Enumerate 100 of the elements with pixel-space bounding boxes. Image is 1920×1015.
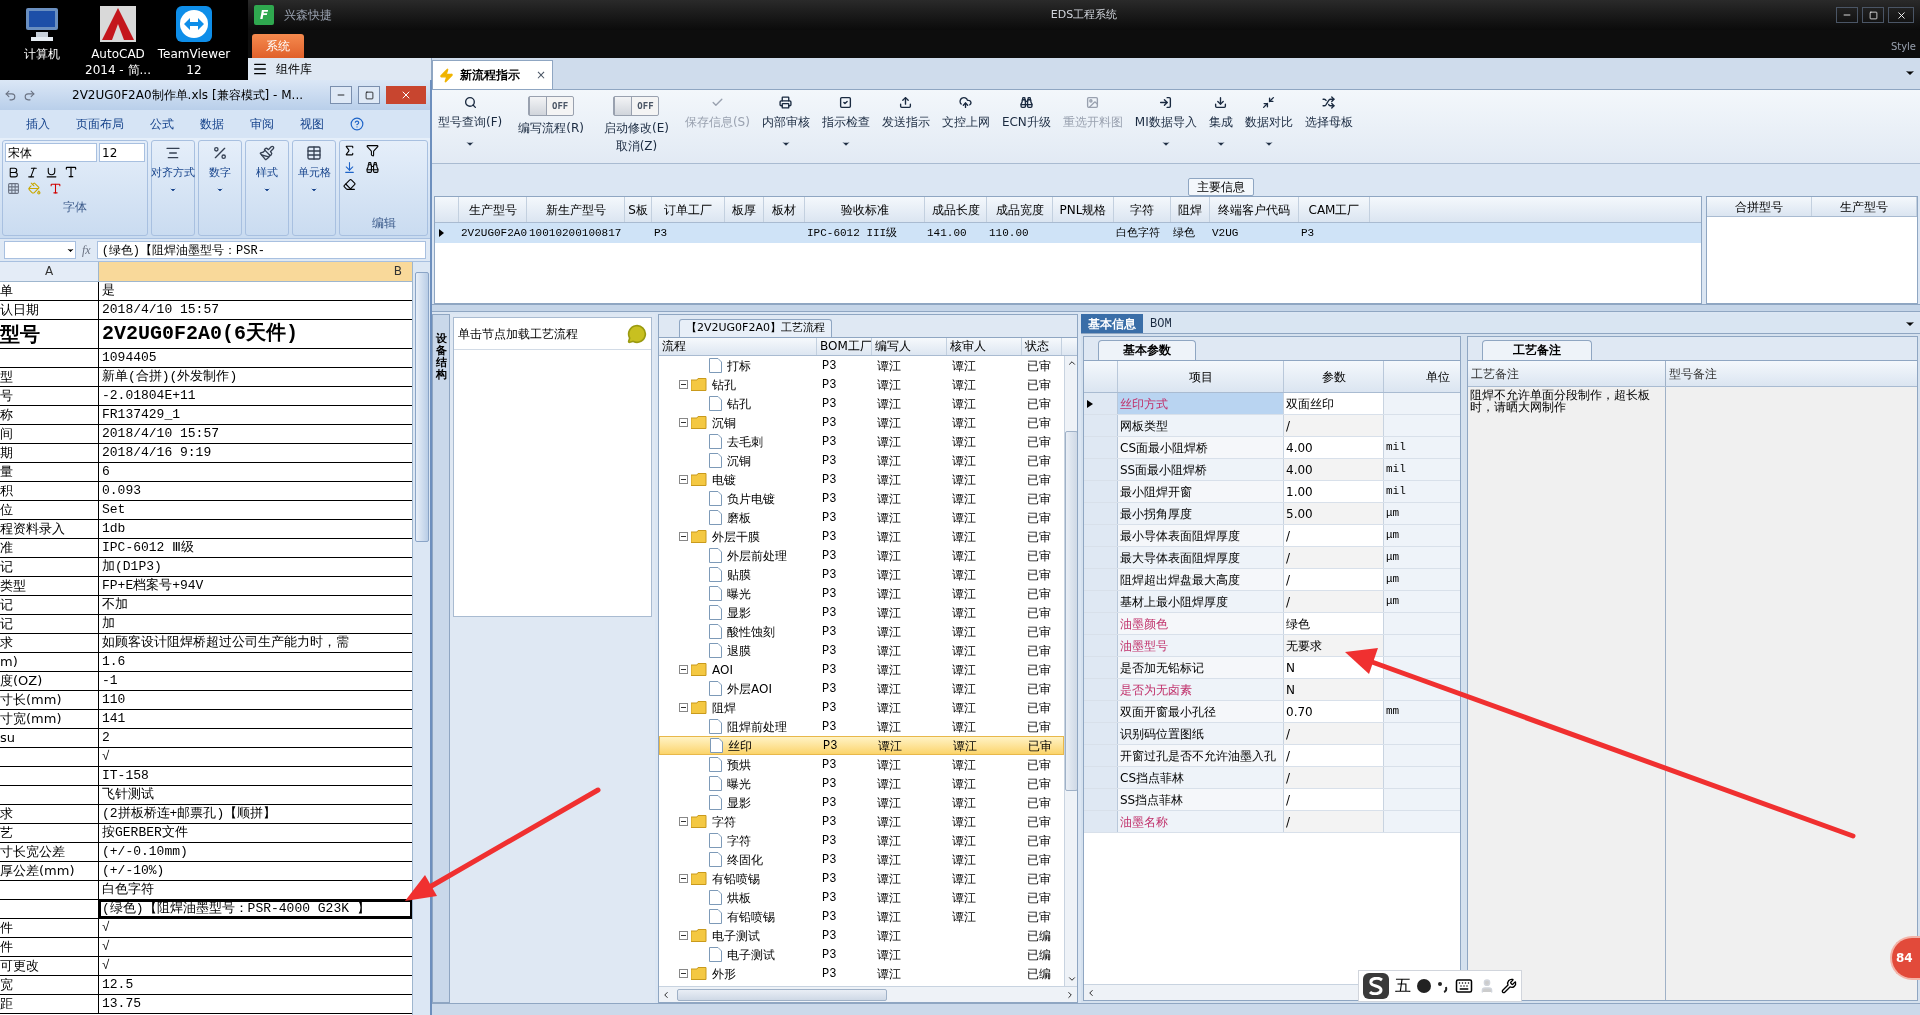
filter-icon[interactable]	[366, 144, 379, 157]
tree-node-label[interactable]: 外形	[712, 964, 736, 983]
collapse-icon[interactable]	[679, 380, 688, 389]
spreadsheet-cell[interactable]: (2拼板桥连+邮票孔)【顺拼】	[99, 805, 412, 823]
spreadsheet-cell[interactable]: IT-158	[99, 767, 412, 785]
spreadsheet-cell[interactable]: 飞针测试	[99, 786, 412, 804]
tree-row[interactable]: 酸性蚀刻 P3 谭江 谭江 已审	[659, 622, 1064, 641]
tree-row[interactable]: 去毛刺 P3 谭江 谭江 已审	[659, 432, 1064, 451]
vertical-scrollbar[interactable]	[1064, 356, 1077, 986]
tree-row[interactable]: 钻孔 P3 谭江 谭江 已审	[659, 394, 1064, 413]
spreadsheet-cell[interactable]: 如顾客设计阻焊桥超过公司生产能力时，需	[99, 634, 412, 652]
spreadsheet-cell[interactable]: 按GERBER文件	[99, 824, 412, 842]
tree-row[interactable]: 沉铜 P3 谭江 谭江 已审	[659, 413, 1064, 432]
triangle-logo-icon[interactable]	[98, 4, 138, 44]
scroll-right-icon[interactable]	[1065, 989, 1075, 1000]
tree-node-label[interactable]: 有铅喷锡	[727, 907, 775, 926]
tree-node-label[interactable]: 电子测试	[712, 926, 760, 945]
toolbar-button[interactable]: MI数据导入	[1128, 90, 1203, 160]
ribbon-tab[interactable]: 页面布局	[76, 115, 124, 133]
column-header[interactable]: 参数	[1284, 361, 1384, 392]
column-header[interactable]: S板	[625, 197, 652, 222]
tree-row[interactable]: 外层前处理 P3 谭江 谭江 已审	[659, 546, 1064, 565]
eraser-icon[interactable]	[343, 178, 356, 191]
tree-row[interactable]: 电子测试 P3 谭江 已编	[659, 926, 1064, 945]
tree-node-label[interactable]: 有铅喷锡	[712, 869, 760, 888]
font-color-icon[interactable]	[49, 182, 62, 195]
toolbar-button[interactable]: 选择母板	[1298, 90, 1359, 160]
tree-node-label[interactable]: 阻焊	[712, 698, 736, 717]
spreadsheet-cell[interactable]: (+/-10%)	[99, 862, 412, 880]
tree-node-label[interactable]: 打标	[727, 356, 751, 375]
tree-row[interactable]: 阻焊前处理 P3 谭江 谭江 已审	[659, 717, 1064, 736]
tree-node-label[interactable]: 字符	[727, 831, 751, 850]
input-mode-label[interactable]: 五	[1395, 974, 1411, 998]
tree-node-label[interactable]: 预烘	[727, 755, 751, 774]
spreadsheet-cell[interactable]: 是	[99, 282, 412, 300]
spreadsheet-cell[interactable]: -1	[99, 672, 412, 690]
ribbon-button[interactable]: 对齐方式	[151, 140, 195, 236]
spreadsheet-cell[interactable]: √	[99, 919, 412, 937]
tree-row[interactable]: 字符 P3 谭江 谭江 已审	[659, 812, 1064, 831]
tree-node-label[interactable]: 钻孔	[727, 394, 751, 413]
formula-field[interactable]: (绿色)【阻焊油墨型号：PSR-	[96, 241, 426, 259]
toolbar-button[interactable]: 发送指示	[875, 90, 936, 160]
toggle-switch[interactable]: OFF	[613, 96, 660, 116]
spreadsheet-cell[interactable]: 2018/4/16 9:19	[99, 444, 412, 462]
toolbar-button[interactable]: 内部审核	[755, 90, 816, 160]
help-icon[interactable]	[350, 117, 364, 131]
spreadsheet-cell[interactable]: 1db	[99, 520, 412, 538]
spreadsheet-cell[interactable]: 2018/4/10 15:57	[99, 301, 412, 319]
tree-row[interactable]: 曝光 P3 谭江 谭江 已审	[659, 774, 1064, 793]
spreadsheet-cell[interactable]: 13.75	[99, 995, 412, 1013]
spreadsheet-cell[interactable]: FP+E档案号+94V	[99, 577, 412, 595]
close-button[interactable]	[1888, 7, 1914, 23]
tree-row[interactable]: 沉铜 P3 谭江 谭江 已审	[659, 451, 1064, 470]
dot-icon[interactable]	[1417, 979, 1431, 993]
column-header[interactable]: 板材	[764, 197, 805, 222]
tree-row[interactable]: 有铅喷锡 P3 谭江 谭江 已审	[659, 907, 1064, 926]
scroll-left-icon[interactable]	[661, 989, 671, 1000]
column-header[interactable]: 成品宽度	[987, 197, 1053, 222]
fill-down-icon[interactable]	[343, 161, 356, 174]
spreadsheet-cell[interactable]: 加	[99, 615, 412, 633]
toolbar-button[interactable]: 指示检查	[815, 90, 876, 160]
column-header[interactable]: 状态	[1022, 338, 1062, 355]
toolbar-button[interactable]: 型号查询(F)	[432, 90, 509, 160]
minimize-button[interactable]	[1836, 7, 1858, 23]
column-header[interactable]: 工艺备注	[1468, 361, 1666, 386]
column-header[interactable]: 板厚	[725, 197, 764, 222]
font-size-icon[interactable]	[64, 165, 78, 179]
column-header[interactable]: 流程	[659, 338, 817, 355]
desktop-icon-label[interactable]: 计算机	[24, 46, 60, 62]
tab[interactable]: 基本参数	[1098, 340, 1196, 360]
spreadsheet-cell[interactable]: 不加	[99, 596, 412, 614]
scrollbar-thumb[interactable]	[1065, 431, 1077, 791]
ribbon-tab[interactable]: 公式	[150, 115, 174, 133]
tree-node-label[interactable]: 沉铜	[712, 413, 736, 432]
tree-row[interactable]: 贴膜 P3 谭江 谭江 已审	[659, 565, 1064, 584]
tree-row[interactable]: 外形 P3 谭江 已编	[659, 964, 1064, 983]
tree-node-label[interactable]: 曝光	[727, 584, 751, 603]
spreadsheet-cell[interactable]: 1094405	[99, 349, 412, 367]
column-header[interactable]: 项目	[1118, 361, 1284, 392]
document-tab[interactable]: 新流程指示 ×	[432, 60, 554, 89]
tree-node-label[interactable]: 显影	[727, 793, 751, 812]
tree-row[interactable]: 打标 P3 谭江 谭江 已审	[659, 356, 1064, 375]
column-header[interactable]: 合拼型号	[1707, 197, 1812, 216]
spreadsheet-cell[interactable]: 2	[99, 729, 412, 747]
spreadsheet-cell[interactable]: Set	[99, 501, 412, 519]
column-header[interactable]: 生产型号	[459, 197, 527, 222]
spreadsheet-cell[interactable]: 2018/4/10 15:57	[99, 425, 412, 443]
column-header[interactable]: 阻焊	[1171, 197, 1210, 222]
spreadsheet-cell[interactable]: √	[99, 748, 412, 766]
tree-node-label[interactable]: 外层前处理	[727, 546, 787, 565]
collapse-icon[interactable]	[679, 665, 688, 674]
keyboard-icon[interactable]	[1455, 977, 1473, 995]
tree-row[interactable]: 显影 P3 谭江 谭江 已审	[659, 793, 1064, 812]
ribbon-button[interactable]: 样式	[245, 140, 289, 236]
spreadsheet-cell[interactable]: 141	[99, 710, 412, 728]
collapse-icon[interactable]	[679, 874, 688, 883]
function-label[interactable]: fx	[82, 241, 91, 259]
tree-node-label[interactable]: 终固化	[727, 850, 763, 869]
italic-icon[interactable]	[26, 165, 39, 179]
toggle-switch[interactable]: OFF	[528, 96, 575, 116]
